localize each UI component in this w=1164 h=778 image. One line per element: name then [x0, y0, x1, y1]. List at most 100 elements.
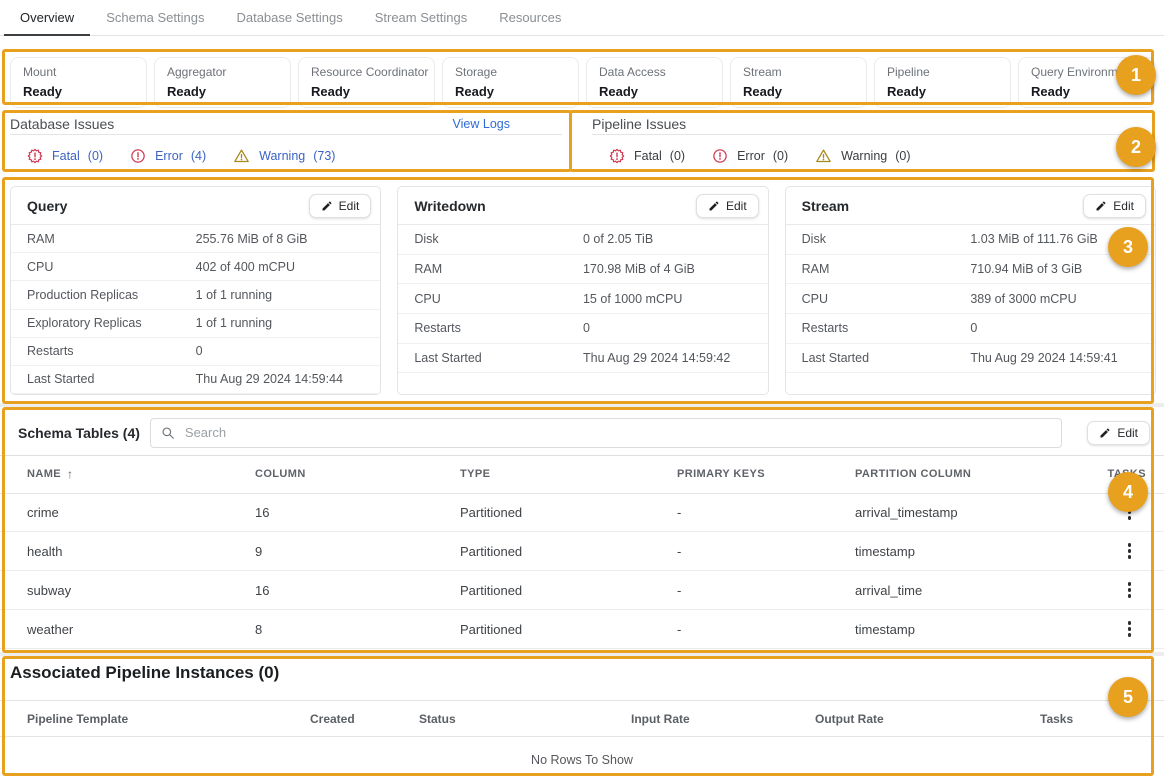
section-divider — [0, 652, 1164, 656]
cell-type: Partitioned — [460, 622, 677, 637]
cell-type: Partitioned — [460, 544, 677, 559]
pipeline-warning-issues: Warning (0) — [815, 148, 910, 164]
pipeline-error-issues: Error (0) — [712, 148, 788, 164]
schema-edit-button[interactable]: Edit — [1087, 421, 1150, 445]
column-header-partition-column[interactable]: PARTITION COLUMN — [855, 468, 1101, 480]
metric-row: CPU 15 of 1000 mCPU — [398, 284, 767, 314]
metric-row: Last Started Thu Aug 29 2024 14:59:42 — [398, 344, 767, 374]
status-chip-aggregator: Aggregator Ready — [154, 57, 291, 108]
row-tasks-kebab-icon[interactable] — [1123, 618, 1137, 640]
schema-table-header: NAME ↑ COLUMN TYPE PRIMARY KEYS PARTITIO… — [0, 455, 1164, 494]
metric-row: Restarts 0 — [11, 338, 380, 366]
database-issues-title: Database Issues — [10, 116, 114, 132]
status-chip-pipeline: Pipeline Ready — [874, 57, 1011, 108]
tab-overview[interactable]: Overview — [4, 0, 90, 35]
pencil-icon — [321, 200, 333, 212]
pencil-icon — [1099, 427, 1111, 439]
cell-partition-column: arrival_time — [855, 583, 1101, 598]
schema-search-input[interactable] — [183, 424, 1051, 441]
status-value: Ready — [23, 84, 146, 99]
column-header-pipeline-template[interactable]: Pipeline Template — [0, 712, 310, 726]
column-header-column[interactable]: COLUMN — [255, 468, 460, 480]
pipeline-issues-panel: Pipeline Issues Fatal (0) Error (0) — [592, 113, 1150, 164]
metric-row: Restarts 0 — [786, 314, 1155, 344]
stream-card: Stream Edit Disk 1.03 MiB of 111.76 GiB … — [785, 186, 1156, 395]
writedown-card-title: Writedown — [414, 198, 485, 214]
status-value: Ready — [743, 84, 866, 99]
writedown-card: Writedown Edit Disk 0 of 2.05 TiB RAM 17… — [397, 186, 768, 395]
column-header-type[interactable]: TYPE — [460, 468, 677, 480]
component-status-row: Mount Ready Aggregator Ready Resource Co… — [10, 57, 1155, 108]
cell-primary-keys: - — [677, 583, 855, 598]
cell-column: 16 — [255, 505, 460, 520]
cell-primary-keys: - — [677, 622, 855, 637]
column-header-created[interactable]: Created — [310, 712, 419, 726]
status-value: Ready — [599, 84, 722, 99]
row-tasks-kebab-icon[interactable] — [1123, 501, 1137, 523]
schema-search-box — [150, 418, 1062, 448]
query-card-title: Query — [27, 198, 67, 214]
error-icon — [130, 148, 146, 164]
cell-type: Partitioned — [460, 505, 677, 520]
overview-page: Overview Schema Settings Database Settin… — [0, 0, 1164, 778]
cell-column: 16 — [255, 583, 460, 598]
warning-icon — [815, 148, 832, 164]
status-chip-resource-coordinator: Resource Coordinator Ready — [298, 57, 435, 108]
pipeline-issues-title: Pipeline Issues — [592, 116, 686, 132]
column-header-primary-keys[interactable]: PRIMARY KEYS — [677, 468, 855, 480]
cell-primary-keys: - — [677, 544, 855, 559]
cell-name: health — [0, 544, 255, 559]
query-edit-button[interactable]: Edit — [309, 194, 372, 218]
cell-primary-keys: - — [677, 505, 855, 520]
table-row-subway: subway 16 Partitioned - arrival_time — [0, 571, 1164, 610]
error-count: (4) — [191, 149, 206, 163]
column-header-input-rate[interactable]: Input Rate — [631, 712, 815, 726]
metric-row: Disk 1.03 MiB of 111.76 GiB — [786, 225, 1155, 255]
cell-column: 8 — [255, 622, 460, 637]
warning-count: (73) — [313, 149, 335, 163]
row-tasks-kebab-icon[interactable] — [1123, 540, 1137, 562]
cell-name: weather — [0, 622, 255, 637]
fatal-count: (0) — [88, 149, 103, 163]
status-value: Ready — [887, 84, 1010, 99]
tab-stream-settings[interactable]: Stream Settings — [359, 0, 484, 35]
database-fatal-issues[interactable]: Fatal (0) — [27, 148, 103, 164]
tab-schema-settings[interactable]: Schema Settings — [90, 0, 220, 35]
pencil-icon — [708, 200, 720, 212]
column-header-status[interactable]: Status — [419, 712, 631, 726]
database-error-issues[interactable]: Error (4) — [130, 148, 206, 164]
cell-partition-column: arrival_timestamp — [855, 505, 1101, 520]
error-icon — [712, 148, 728, 164]
empty-rows-message: No Rows To Show — [0, 753, 1164, 767]
writedown-edit-button[interactable]: Edit — [696, 194, 759, 218]
table-row-crime: crime 16 Partitioned - arrival_timestamp — [0, 493, 1164, 532]
column-header-output-rate[interactable]: Output Rate — [815, 712, 1040, 726]
query-card: Query Edit RAM 255.76 MiB of 8 GiB CPU 4… — [10, 186, 381, 395]
pipeline-instances-section: Associated Pipeline Instances (0) Pipeli… — [0, 657, 1164, 776]
view-logs-link[interactable]: View Logs — [453, 117, 510, 131]
table-row-weather: weather 8 Partitioned - timestamp — [0, 610, 1164, 649]
warning-count: (0) — [895, 149, 910, 163]
tab-database-settings[interactable]: Database Settings — [220, 0, 358, 35]
error-count: (0) — [773, 149, 788, 163]
section-divider — [0, 403, 1164, 407]
database-warning-issues[interactable]: Warning (73) — [233, 148, 335, 164]
row-tasks-kebab-icon[interactable] — [1123, 579, 1137, 601]
pipeline-fatal-issues: Fatal (0) — [609, 148, 685, 164]
sort-ascending-icon: ↑ — [67, 467, 73, 481]
metric-row: Production Replicas 1 of 1 running — [11, 281, 380, 309]
cell-name: subway — [0, 583, 255, 598]
status-value: Ready — [455, 84, 578, 99]
pipeline-instances-header: Pipeline Template Created Status Input R… — [0, 700, 1164, 737]
stream-edit-button[interactable]: Edit — [1083, 194, 1146, 218]
metric-row: CPU 389 of 3000 mCPU — [786, 284, 1155, 314]
database-issues-panel: Database Issues View Logs Fatal (0) E — [10, 113, 562, 164]
tab-bar: Overview Schema Settings Database Settin… — [0, 0, 1164, 36]
status-chip-query-environment: Query Environment Ready — [1018, 57, 1155, 108]
tab-resources[interactable]: Resources — [483, 0, 577, 35]
fatal-icon — [27, 148, 43, 164]
fatal-count: (0) — [670, 149, 685, 163]
column-header-name[interactable]: NAME ↑ — [0, 467, 255, 481]
column-header-tasks: Tasks — [1040, 712, 1164, 726]
cell-column: 9 — [255, 544, 460, 559]
